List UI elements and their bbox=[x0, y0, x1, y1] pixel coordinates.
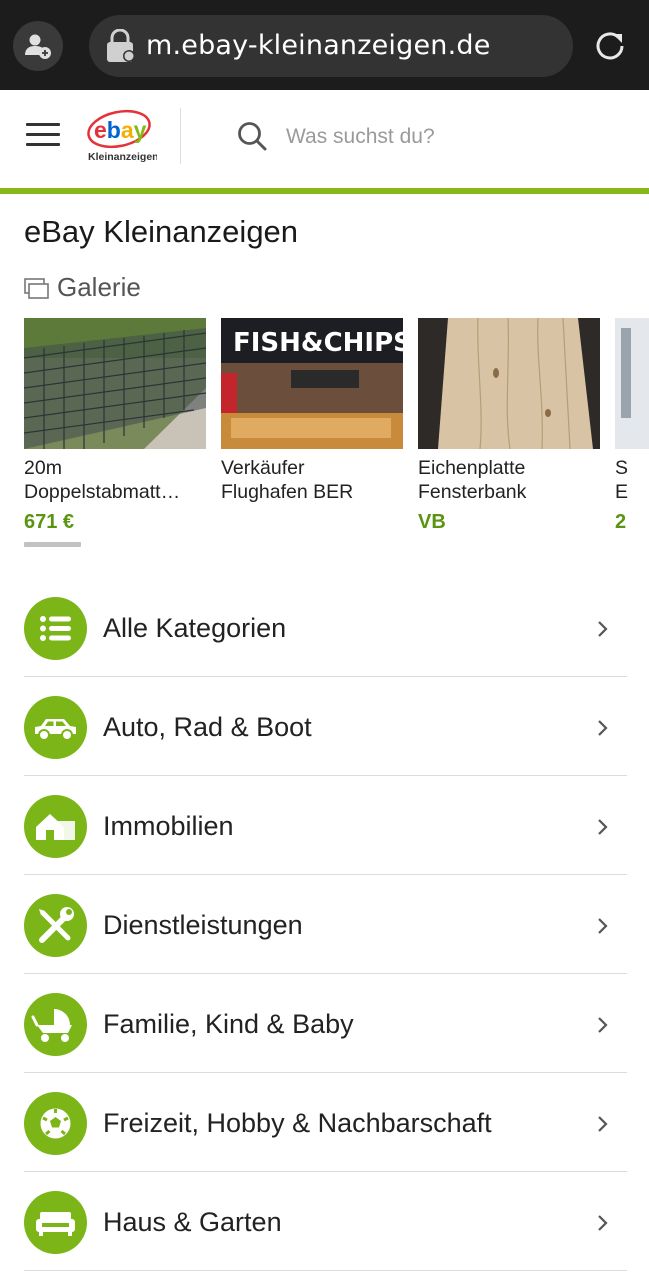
address-bar[interactable]: m.ebay-kleinanzeigen.de bbox=[89, 15, 573, 77]
gallery-label: Galerie bbox=[57, 272, 141, 302]
stroller-icon bbox=[24, 993, 87, 1056]
gallery-item-price: VB bbox=[418, 511, 446, 533]
gallery-item-title[interactable]: 20m Doppelstabmatt… bbox=[24, 456, 206, 504]
category-label[interactable]: Alle Kategorien bbox=[103, 578, 286, 678]
gallery-item-image[interactable] bbox=[24, 318, 206, 449]
url-text[interactable]: m.ebay-kleinanzeigen.de bbox=[146, 15, 491, 77]
site-header: ebay Kleinanzeigen bbox=[0, 90, 649, 188]
user-add-icon bbox=[25, 34, 51, 59]
header-divider bbox=[180, 108, 181, 164]
football-icon bbox=[24, 1092, 87, 1155]
category-label[interactable]: Familie, Kind & Baby bbox=[103, 974, 354, 1074]
list-icon bbox=[24, 597, 87, 660]
header-accent-line bbox=[0, 188, 649, 194]
chevron-right-icon bbox=[598, 720, 608, 736]
gallery-item-image[interactable] bbox=[615, 318, 649, 449]
category-item[interactable]: Freizeit, Hobby & Nachbarschaft bbox=[24, 1073, 627, 1172]
hamburger-menu-icon[interactable] bbox=[26, 123, 60, 149]
chevron-right-icon bbox=[598, 1215, 608, 1231]
category-item[interactable]: Dienstleistungen bbox=[24, 875, 627, 974]
svg-text:ebay: ebay bbox=[94, 117, 147, 143]
gallery-item[interactable]: S E 2 bbox=[615, 318, 649, 548]
sofa-icon bbox=[24, 1191, 87, 1254]
search-input[interactable] bbox=[284, 116, 628, 158]
profile-button[interactable] bbox=[13, 21, 63, 71]
house-icon bbox=[24, 795, 87, 858]
carousel-scroll-indicator bbox=[24, 542, 81, 547]
category-item[interactable]: Alle Kategorien bbox=[24, 578, 627, 677]
car-icon bbox=[24, 696, 87, 759]
chevron-right-icon bbox=[598, 1017, 608, 1033]
category-item[interactable]: Auto, Rad & Boot bbox=[24, 677, 627, 776]
gallery-item-title[interactable]: Verkäufer Flughafen BER bbox=[221, 456, 403, 504]
chevron-right-icon bbox=[598, 819, 608, 835]
page-title: eBay Kleinanzeigen bbox=[24, 214, 299, 249]
category-label[interactable]: Dienstleistungen bbox=[103, 875, 303, 975]
tools-icon bbox=[24, 894, 87, 957]
chevron-right-icon bbox=[598, 918, 608, 934]
reload-icon[interactable] bbox=[591, 27, 631, 67]
gallery-item-image[interactable] bbox=[418, 318, 600, 449]
category-label[interactable]: Immobilien bbox=[103, 776, 234, 876]
gallery-item-price: 2 bbox=[615, 511, 627, 533]
gallery-icon bbox=[24, 278, 49, 299]
ebay-kleinanzeigen-logo[interactable]: ebay Kleinanzeigen bbox=[85, 104, 157, 164]
gallery-item[interactable]: FISH&CHIPS Verkäufer Flughafen BER bbox=[221, 318, 403, 548]
gallery-item[interactable]: 20m Doppelstabmatt… 671 € bbox=[24, 318, 206, 548]
gallery-item-title[interactable]: Eichenplatte Fensterbank bbox=[418, 456, 600, 504]
gallery-item[interactable]: Eichenplatte Fensterbank VB bbox=[418, 318, 600, 548]
lock-icon bbox=[107, 29, 135, 62]
category-item[interactable]: Immobilien bbox=[24, 776, 627, 875]
category-item[interactable]: Familie, Kind & Baby bbox=[24, 974, 627, 1073]
browser-toolbar: m.ebay-kleinanzeigen.de bbox=[0, 0, 649, 90]
chevron-right-icon bbox=[598, 621, 608, 637]
category-label[interactable]: Haus & Garten bbox=[103, 1172, 282, 1272]
chevron-right-icon bbox=[598, 1116, 608, 1132]
gallery-carousel[interactable]: 20m Doppelstabmatt… 671 € FISH&CHIPS Ver… bbox=[24, 318, 649, 548]
category-label[interactable]: Freizeit, Hobby & Nachbarschaft bbox=[103, 1073, 492, 1173]
category-label[interactable]: Auto, Rad & Boot bbox=[103, 677, 312, 777]
logo-text: Kleinanzeigen bbox=[88, 151, 157, 163]
gallery-item-image[interactable]: FISH&CHIPS bbox=[221, 318, 403, 449]
category-list: Alle Kategorien Auto, Rad & Boot Immobil… bbox=[24, 578, 627, 1271]
category-item[interactable]: Haus & Garten bbox=[24, 1172, 627, 1271]
svg-text:FISH&CHIPS: FISH&CHIPS bbox=[233, 328, 403, 358]
gallery-item-price: 671 € bbox=[24, 511, 75, 533]
search-icon[interactable] bbox=[236, 120, 268, 152]
gallery-item-title[interactable]: S E bbox=[615, 456, 649, 504]
